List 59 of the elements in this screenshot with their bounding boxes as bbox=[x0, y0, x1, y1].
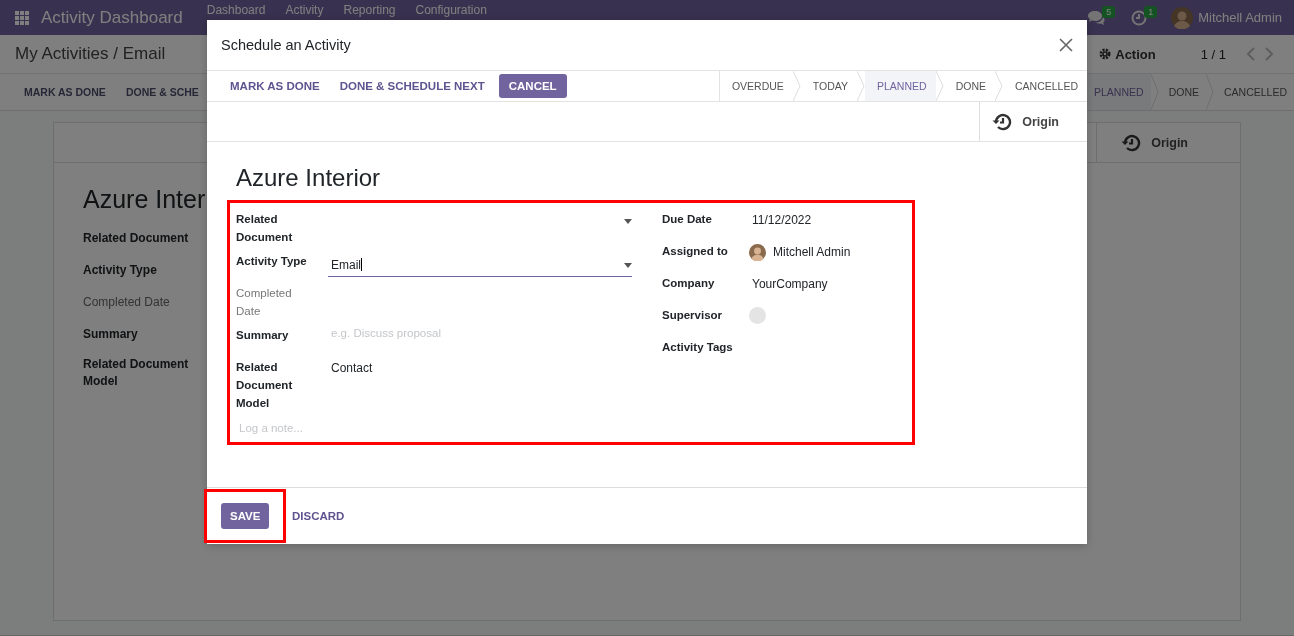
save-button[interactable]: SAVE bbox=[221, 503, 270, 529]
menu-item[interactable]: Activity bbox=[275, 3, 334, 18]
field-label: Related Document bbox=[83, 230, 190, 247]
caret-icon bbox=[624, 262, 632, 268]
field-value: Contact bbox=[330, 360, 373, 377]
avatar-icon[interactable] bbox=[1171, 6, 1194, 29]
field-label: Due Date bbox=[662, 212, 713, 227]
field-label: Assigned to bbox=[662, 244, 729, 259]
action-button[interactable]: CANCEL bbox=[498, 74, 567, 98]
action-button[interactable]: Action bbox=[1099, 46, 1156, 62]
previous-icon[interactable] bbox=[1246, 47, 1256, 61]
discard-button[interactable]: DISCARD bbox=[283, 506, 354, 526]
field-label: Summary bbox=[236, 328, 290, 343]
field-label: Activity Type bbox=[236, 254, 308, 269]
dropdown-field[interactable]: Email bbox=[328, 254, 632, 277]
empty-avatar-icon[interactable] bbox=[749, 307, 766, 324]
toolbar-button[interactable]: MARK AS DONE bbox=[14, 86, 116, 98]
field-label: Related Document Model bbox=[236, 360, 294, 411]
field-label: Completed Date bbox=[83, 294, 171, 311]
activity-count-badge: 1 bbox=[1144, 5, 1158, 18]
menu-item[interactable]: Reporting bbox=[333, 3, 406, 18]
field-label: Related Document Model bbox=[83, 356, 190, 390]
app-title[interactable]: Activity Dashboard bbox=[41, 7, 183, 28]
field-value: 11/12/2022 bbox=[751, 212, 812, 229]
pager-counter: 1 / 1 bbox=[1200, 46, 1226, 62]
field-label: Activity Tags bbox=[662, 340, 734, 355]
field-label: Completed Date bbox=[236, 286, 293, 319]
field-value: YourCompany bbox=[751, 276, 828, 293]
message-count-badge: 5 bbox=[1102, 5, 1116, 18]
history-icon bbox=[992, 112, 1013, 131]
field-label: Related Document bbox=[236, 212, 294, 245]
dialog-title: Schedule an Activity bbox=[221, 37, 351, 53]
field-label: Company bbox=[662, 276, 716, 291]
menu-item[interactable]: Dashboard bbox=[196, 3, 276, 18]
chat-icon[interactable] bbox=[1087, 10, 1106, 25]
origin-button[interactable]: Origin bbox=[979, 102, 1087, 141]
user-name[interactable]: Mitchell Admin bbox=[1198, 10, 1282, 25]
gear-icon bbox=[1099, 48, 1112, 60]
menu-item[interactable]: Configuration bbox=[405, 3, 497, 18]
stage-button[interactable]: PLANNED bbox=[865, 71, 936, 101]
stage-button[interactable]: PLANNED bbox=[1084, 74, 1151, 110]
breadcrumb[interactable]: My Activities / Email bbox=[15, 44, 166, 64]
field-label: Supervisor bbox=[662, 308, 724, 323]
origin-button[interactable]: Origin bbox=[1096, 123, 1240, 162]
action-button[interactable]: DONE & SCHEDULE NEXT bbox=[330, 76, 494, 96]
clock-icon[interactable] bbox=[1131, 9, 1148, 26]
next-icon[interactable] bbox=[1264, 47, 1274, 61]
field-value[interactable]: Mitchell Admin bbox=[770, 242, 851, 262]
field-label: Activity Type bbox=[83, 262, 158, 279]
apps-grid-icon[interactable] bbox=[15, 10, 29, 25]
close-icon[interactable] bbox=[1059, 38, 1073, 52]
record-title: Azure Inter bbox=[83, 185, 207, 214]
action-button[interactable]: MARK AS DONE bbox=[221, 76, 329, 96]
avatar-icon bbox=[749, 243, 766, 261]
history-icon bbox=[1121, 133, 1142, 152]
toolbar-button[interactable]: DONE & SCHE bbox=[115, 86, 209, 98]
caret-icon bbox=[624, 218, 632, 224]
record-title: Azure Interior bbox=[235, 164, 382, 192]
field-label: Summary bbox=[83, 326, 139, 343]
